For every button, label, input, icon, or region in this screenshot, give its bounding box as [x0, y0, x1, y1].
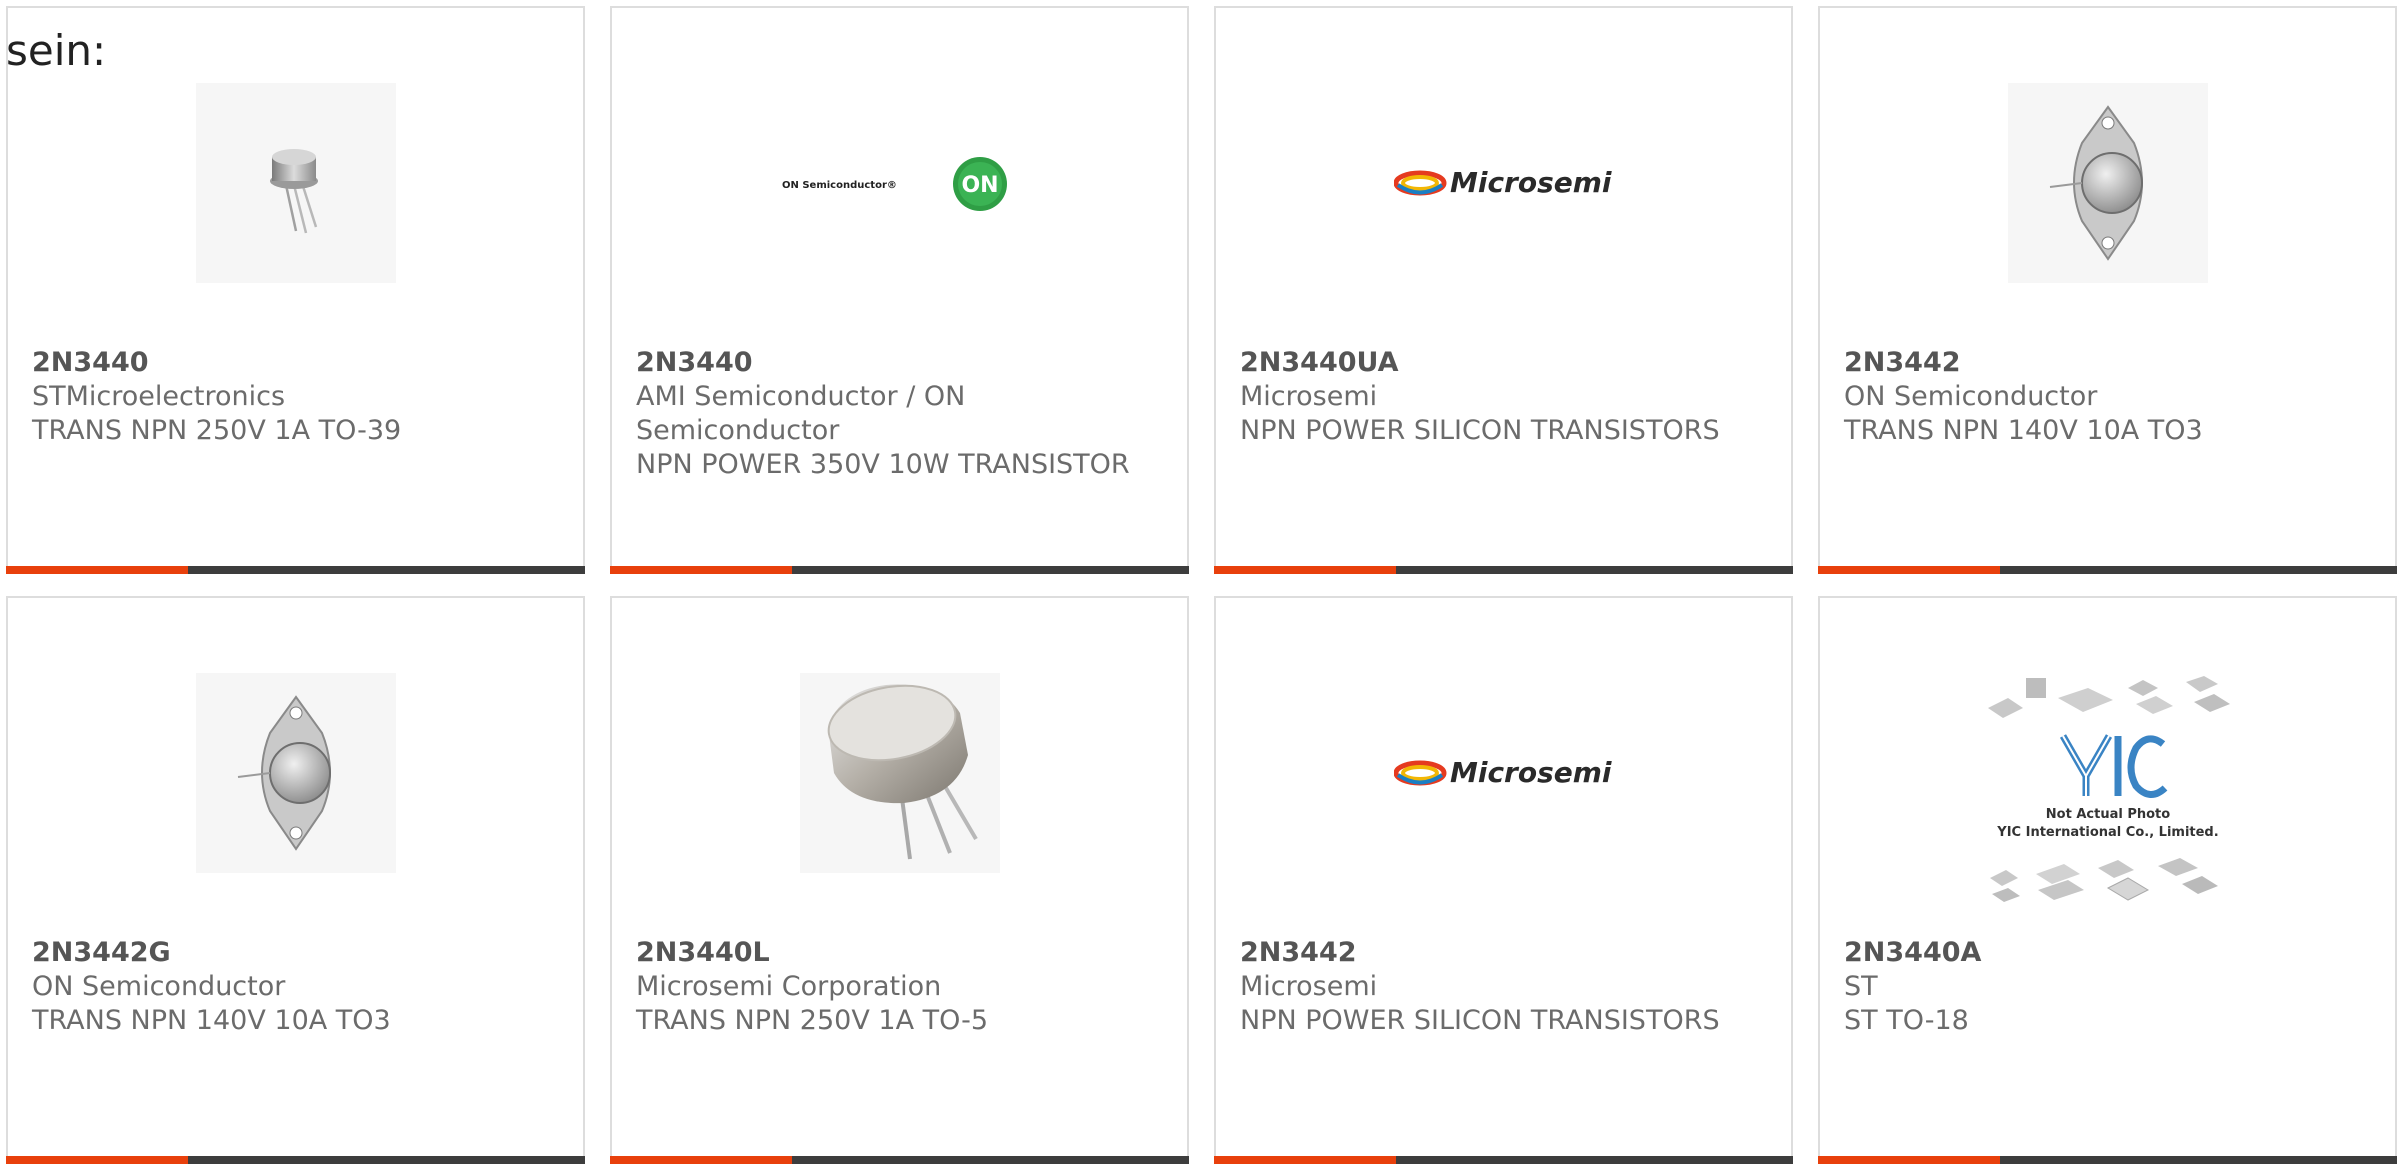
microsemi-logo-image[interactable]: Microsemi	[1374, 83, 1634, 283]
product-card[interactable]: 2N3440 STMicroelectronics TRANS NPN 250V…	[6, 6, 585, 574]
on-semiconductor-logo-image[interactable]: ON Semiconductor® ON	[780, 83, 1020, 283]
product-info: 2N3442 ON Semiconductor TRANS NPN 140V 1…	[1844, 346, 2375, 448]
to3-transistor-image[interactable]	[2007, 83, 2208, 283]
image-caption-line2: YIC International Co., Limited.	[1996, 825, 2218, 840]
product-image-area	[8, 68, 583, 298]
product-image-area	[8, 658, 583, 888]
card-bottom-bar	[6, 566, 585, 574]
manufacturer: Microsemi Corporation	[636, 971, 942, 1002]
product-image-area: ON Semiconductor® ON	[612, 68, 1187, 298]
product-info: 2N3442 Microsemi NPN POWER SILICON TRANS…	[1240, 936, 1771, 1038]
description: NPN POWER SILICON TRANSISTORS	[1240, 415, 1720, 446]
card-accent-bar	[6, 1156, 188, 1164]
product-image-area	[612, 658, 1187, 888]
product-info: 2N3440A ST ST TO-18	[1844, 936, 2375, 1038]
on-semiconductor-logo-icon: ON Semiconductor® ON	[782, 157, 1007, 211]
manufacturer: Microsemi	[1240, 971, 1378, 1002]
card-accent-bar	[1818, 1156, 2000, 1164]
manufacturer: ON Semiconductor	[32, 971, 286, 1002]
microsemi-logo-icon: Microsemi	[1393, 756, 1612, 789]
manufacturer: STMicroelectronics	[32, 381, 286, 412]
not-actual-photo-icon: Not Actual Photo YIC International Co., …	[1987, 676, 2230, 902]
manufacturer: ST	[1844, 971, 1878, 1002]
product-info: 2N3440 STMicroelectronics TRANS NPN 250V…	[32, 346, 563, 448]
transistor-icon	[827, 684, 978, 860]
description: ST TO-18	[1844, 1005, 1969, 1036]
part-number[interactable]: 2N3442	[1844, 346, 2375, 380]
to3-transistor-icon	[2049, 105, 2143, 261]
manufacturer: ON Semiconductor	[1844, 381, 2098, 412]
logo-text: ON Semiconductor®	[782, 180, 897, 191]
card-bottom-bar	[1818, 1156, 2397, 1164]
part-number[interactable]: 2N3440L	[636, 936, 1167, 970]
card-accent-bar	[610, 566, 792, 574]
logo-badge: ON	[961, 173, 998, 198]
description: TRANS NPN 140V 10A TO3	[1844, 415, 2203, 446]
product-info: 2N3440UA Microsemi NPN POWER SILICON TRA…	[1240, 346, 1771, 448]
manufacturer: AMI Semiconductor / ON Semiconductor	[636, 381, 966, 446]
card-bottom-bar	[1818, 566, 2397, 574]
transistor-icon	[269, 149, 318, 234]
product-info: 2N3440 AMI Semiconductor / ON Semiconduc…	[636, 346, 1167, 482]
product-image-area: Microsemi	[1216, 658, 1791, 888]
card-accent-bar	[1214, 1156, 1396, 1164]
card-bottom-bar	[1214, 1156, 1793, 1164]
large-to5-transistor-image[interactable]	[799, 673, 1000, 873]
intro-text: sein:	[6, 26, 107, 75]
part-number[interactable]: 2N3442	[1240, 936, 1771, 970]
product-card[interactable]: ON Semiconductor® ON 2N3440 AMI Semicond…	[610, 6, 1189, 574]
product-info: 2N3442G ON Semiconductor TRANS NPN 140V …	[32, 936, 563, 1038]
part-number[interactable]: 2N3442G	[32, 936, 563, 970]
card-accent-bar	[610, 1156, 792, 1164]
part-number[interactable]: 2N3440	[636, 346, 1167, 380]
description: NPN POWER 350V 10W TRANSISTOR	[636, 449, 1130, 480]
product-card[interactable]: 2N3442 ON Semiconductor TRANS NPN 140V 1…	[1818, 6, 2397, 574]
product-grid: 2N3440 STMicroelectronics TRANS NPN 250V…	[6, 6, 2400, 1164]
logo-text: Microsemi	[1450, 756, 1612, 789]
product-card[interactable]: 2N3442G ON Semiconductor TRANS NPN 140V …	[6, 596, 585, 1164]
manufacturer: Microsemi	[1240, 381, 1378, 412]
product-image-area: Not Actual Photo YIC International Co., …	[1820, 676, 2395, 908]
card-bottom-bar	[1214, 566, 1793, 574]
card-bottom-bar	[610, 1156, 1189, 1164]
small-to39-transistor-image[interactable]	[195, 83, 396, 283]
description: TRANS NPN 250V 1A TO-39	[32, 415, 402, 446]
product-card[interactable]: Not Actual Photo YIC International Co., …	[1818, 596, 2397, 1164]
card-accent-bar	[6, 566, 188, 574]
description: NPN POWER SILICON TRANSISTORS	[1240, 1005, 1720, 1036]
microsemi-logo-image[interactable]: Microsemi	[1374, 673, 1634, 873]
card-bottom-bar	[6, 1156, 585, 1164]
card-bottom-bar	[610, 566, 1189, 574]
part-number[interactable]: 2N3440A	[1844, 936, 2375, 970]
product-card[interactable]: Microsemi 2N3442 Microsemi NPN POWER SIL…	[1214, 596, 1793, 1164]
product-image-area	[1820, 68, 2395, 298]
logo-text: Microsemi	[1450, 166, 1612, 199]
part-number[interactable]: 2N3440UA	[1240, 346, 1771, 380]
product-card[interactable]: Microsemi 2N3440UA Microsemi NPN POWER S…	[1214, 6, 1793, 574]
part-number[interactable]: 2N3440	[32, 346, 563, 380]
card-accent-bar	[1818, 566, 2000, 574]
to3-transistor-icon	[237, 695, 331, 851]
image-caption-line1: Not Actual Photo	[2045, 807, 2169, 822]
product-listing-page: sein: 2N3440 STMicroelectronics TRANS NP…	[0, 0, 2400, 1167]
product-image-area: Microsemi	[1216, 68, 1791, 298]
description: TRANS NPN 250V 1A TO-5	[636, 1005, 989, 1036]
product-info: 2N3440L Microsemi Corporation TRANS NPN …	[636, 936, 1167, 1038]
description: TRANS NPN 140V 10A TO3	[32, 1005, 391, 1036]
microsemi-logo-icon: Microsemi	[1393, 166, 1612, 199]
yic-placeholder-image[interactable]: Not Actual Photo YIC International Co., …	[1968, 668, 2248, 918]
to3-transistor-image[interactable]	[195, 673, 396, 873]
card-accent-bar	[1214, 566, 1396, 574]
product-card[interactable]: 2N3440L Microsemi Corporation TRANS NPN …	[610, 596, 1189, 1164]
